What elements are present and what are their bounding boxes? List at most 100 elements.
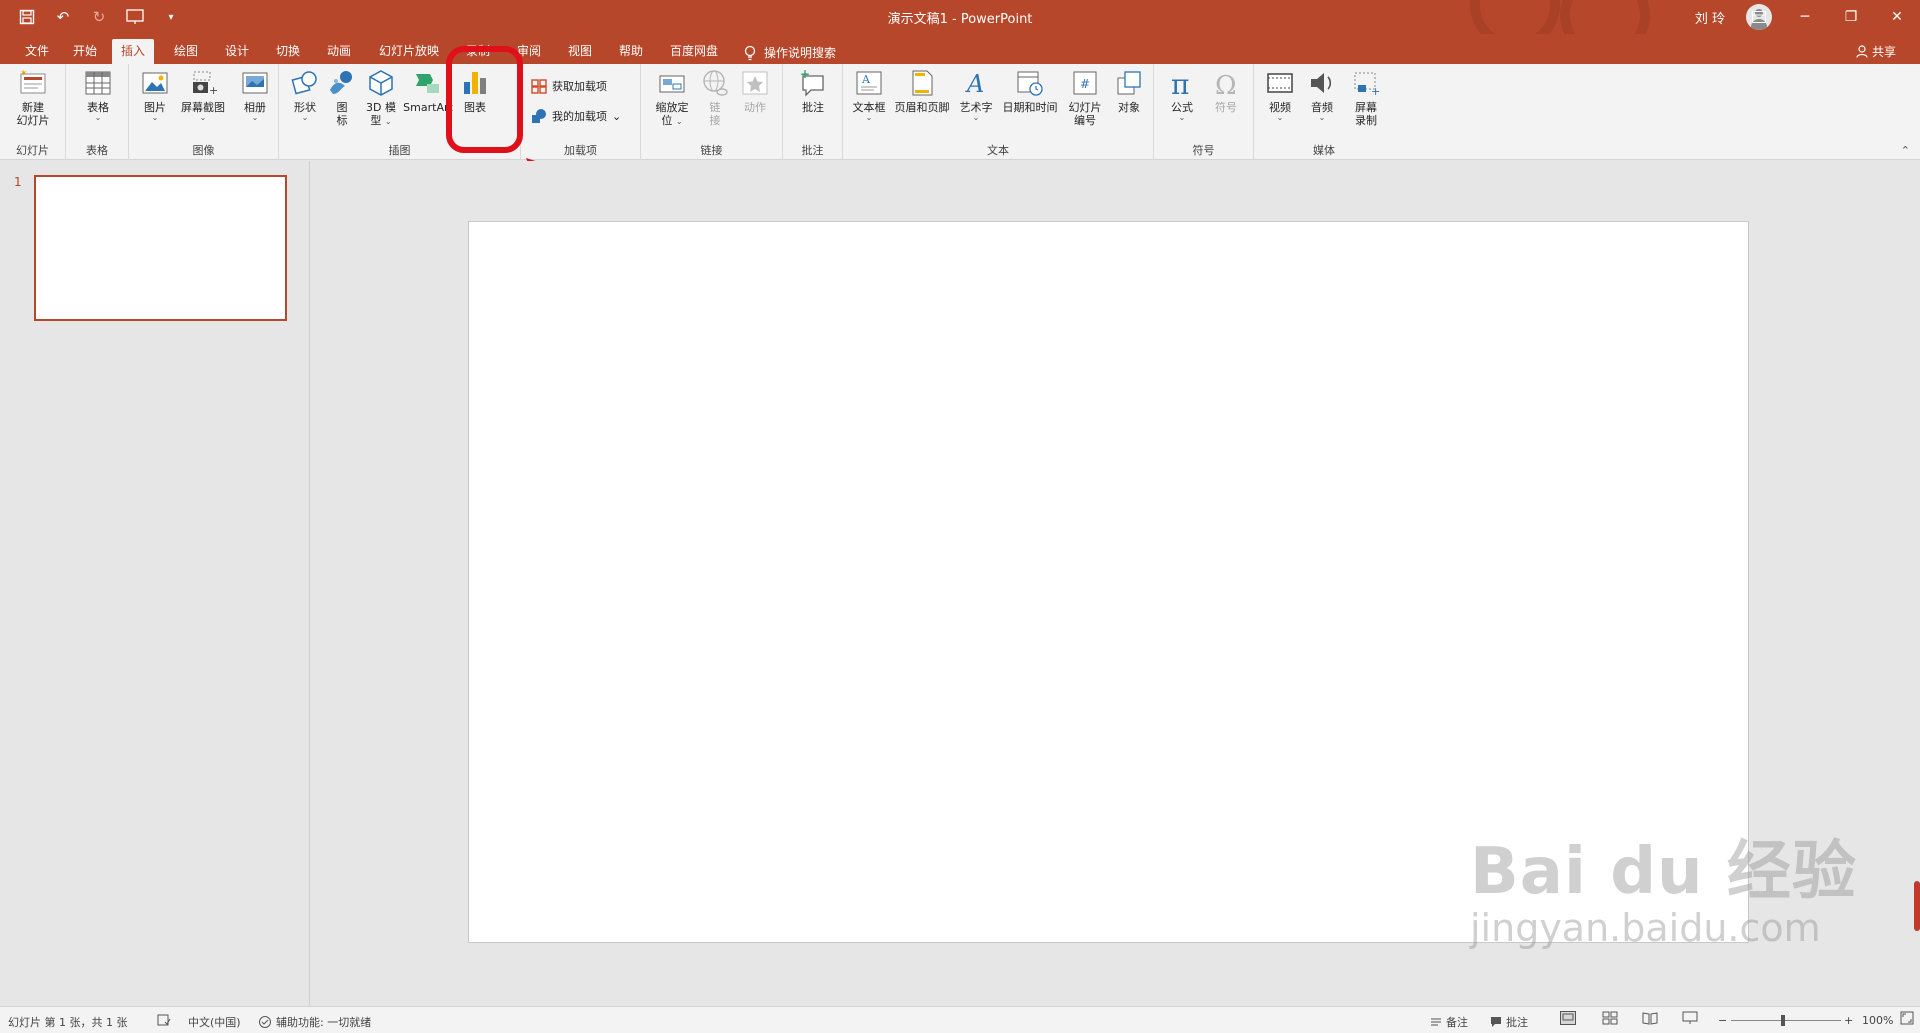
pi-icon: π [1171,68,1189,98]
cube-icon [369,70,393,96]
notes-button[interactable]: 备注 [1430,1014,1468,1030]
tab-view[interactable]: 视图 [559,39,601,64]
group-label-media: 媒体 [1313,144,1335,157]
table-button[interactable]: 表格 ⌄ [78,68,118,122]
tab-file[interactable]: 文件 [16,39,58,64]
tab-transitions[interactable]: 切换 [267,39,309,64]
vertical-scrollbar[interactable] [1914,881,1920,931]
screenshot-button[interactable]: + 屏幕截图 ⌄ [175,68,231,122]
ribbon-display-options-icon[interactable] [1736,0,1782,34]
my-addins-button[interactable]: 我的加载项 ⌄ [531,108,621,124]
comment-bubble-icon [1491,1017,1501,1027]
header-footer-button[interactable]: 页眉和页脚 [891,68,953,114]
equation-button[interactable]: π 公式 ⌄ [1162,68,1202,122]
lightbulb-icon [744,45,756,60]
tab-insert[interactable]: 插入 [112,39,155,64]
textbox-button[interactable]: A 文本框 ⌄ [849,68,889,122]
slideshow-view-icon[interactable] [1682,1011,1698,1025]
photo-album-icon [242,72,268,94]
user-name[interactable]: 刘 玲 [1695,8,1725,27]
tab-animations[interactable]: 动画 [318,39,360,64]
title-bar: ↶ ↻ ▾ 演示文稿1 - PowerPoint 刘 玲 ─ ❐ ✕ [0,0,1920,34]
svg-text:+: + [800,68,810,81]
ribbon: ✶ 新建 幻灯片 幻灯片 表格 ⌄ 表格 图片 ⌄ + 屏幕截图 ⌄ 相册 ⌄ [0,64,1920,160]
date-time-button[interactable]: 日期和时间 [999,68,1061,114]
speaker-icon [1311,73,1332,93]
picture-icon [142,72,168,94]
svg-text:✶: ✶ [20,69,28,79]
comments-button[interactable]: 批注 [1490,1014,1528,1030]
group-images: 图片 ⌄ + 屏幕截图 ⌄ 相册 ⌄ 图像 [129,64,279,160]
zoom-slider-thumb[interactable] [1781,1015,1785,1026]
zoom-level[interactable]: 100% [1862,1014,1893,1027]
reading-view-icon[interactable] [1642,1011,1658,1025]
picture-button[interactable]: 图片 ⌄ [137,68,173,122]
shapes-button[interactable]: 形状 ⌄ [287,68,323,122]
my-addins-icon [532,109,546,123]
screen-recording-button[interactable]: + 屏幕 录制 [1346,68,1386,127]
svg-text:π: π [1171,68,1189,98]
minimize-icon[interactable]: ─ [1782,0,1828,34]
comment-button[interactable]: + 批注 [793,68,833,114]
slide-number-button[interactable]: # 幻灯片 编号 [1063,68,1107,127]
star-action-icon [742,71,768,95]
group-label-text: 文本 [987,144,1009,157]
group-media: 视频 ⌄ 音频 ⌄ + 屏幕 录制 媒体 [1254,64,1394,160]
get-addins-button[interactable]: 获取加载项 [531,78,607,94]
new-slide-button[interactable]: ✶ 新建 幻灯片 [8,68,58,127]
group-addins: 获取加载项 我的加载项 ⌄ 加载项 [521,64,641,160]
group-links: 缩放定 位 ⌄ 链 接 动作 链接 [641,64,783,160]
share-button[interactable]: 共享 [1856,43,1896,60]
new-slide-icon: ✶ [20,69,46,94]
group-slides: ✶ 新建 幻灯片 幻灯片 [0,64,66,160]
wordart-button[interactable]: A 艺术字 ⌄ [955,68,997,122]
zoom-button[interactable]: 缩放定 位 ⌄ [649,68,695,127]
restore-icon[interactable]: ❐ [1828,0,1874,34]
accessibility-status[interactable]: 辅助功能: 一切就绪 [258,1014,371,1030]
video-button[interactable]: 视频 ⌄ [1262,68,1298,122]
textbox-icon: A [856,71,882,95]
tab-help[interactable]: 帮助 [610,39,652,64]
language[interactable]: 中文(中国) [188,1014,241,1030]
wordart-icon: A [965,70,984,98]
spelling-icon[interactable] [157,1014,171,1026]
svg-text:+: + [1371,85,1380,98]
object-button[interactable]: 对象 [1109,68,1149,114]
action-button[interactable]: 动作 [735,68,775,114]
slide-thumbnail-number: 1 [14,175,22,189]
status-bar: 幻灯片 第 1 张，共 1 张 中文(中国) 辅助功能: 一切就绪 备注 批注 … [0,1006,1920,1033]
omega-icon: Ω [1215,71,1237,98]
slide-sorter-icon[interactable] [1602,1011,1618,1025]
store-icon [531,79,547,94]
3d-models-button[interactable]: 3D 模 型 ⌄ [363,68,399,127]
link-button[interactable]: 链 接 [697,68,733,127]
audio-button[interactable]: 音频 ⌄ [1304,68,1340,122]
close-icon[interactable]: ✕ [1874,0,1920,34]
group-label-images: 图像 [192,144,215,157]
svg-text:A: A [861,73,871,86]
video-icon [1267,73,1293,93]
zoom-slider[interactable] [1731,1020,1841,1021]
group-text: A 文本框 ⌄ 页眉和页脚 A 艺术字 ⌄ 日期和时间 # 幻灯片 编号 对象 … [843,64,1154,160]
symbol-button[interactable]: Ω 符号 [1206,68,1246,114]
smartart-icon [416,74,439,93]
chart-highlight-annotation [446,46,523,153]
svg-text:+: + [209,84,218,97]
tab-slideshow[interactable]: 幻灯片放映 [370,39,448,64]
zoom-in-button[interactable]: + [1844,1014,1853,1027]
slide-thumbnail-pane: 1 [0,161,310,1006]
icons-button[interactable]: 图 标 [327,68,357,127]
collapse-ribbon-icon[interactable]: ⌃ [1901,144,1910,157]
fit-to-window-icon[interactable] [1900,1011,1914,1025]
tab-design[interactable]: 设计 [216,39,258,64]
tab-draw[interactable]: 绘图 [165,39,207,64]
tab-baidu-netdisk[interactable]: 百度网盘 [661,39,727,64]
photo-album-button[interactable]: 相册 ⌄ [235,68,275,122]
document-title: 演示文稿1 - PowerPoint [887,12,1033,27]
group-label-slides: 幻灯片 [16,144,49,157]
slide-thumbnail[interactable] [34,175,287,321]
zoom-out-button[interactable]: − [1718,1014,1727,1027]
tell-me-search[interactable]: 操作说明搜索 [744,44,836,61]
normal-view-icon[interactable] [1560,1011,1576,1025]
tab-home[interactable]: 开始 [64,39,106,64]
